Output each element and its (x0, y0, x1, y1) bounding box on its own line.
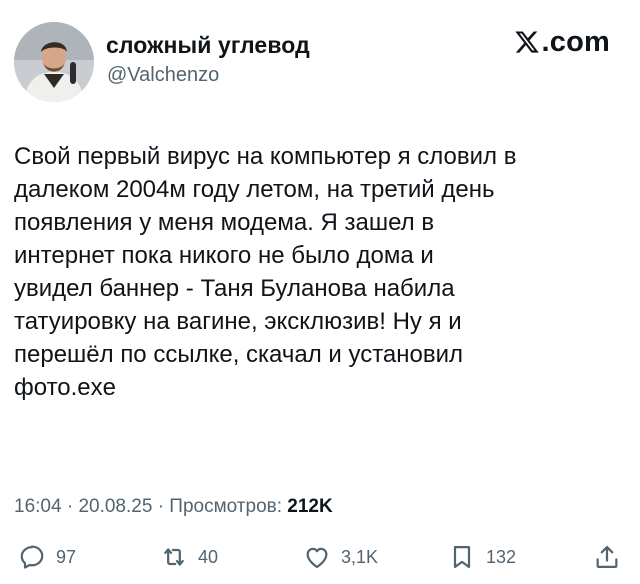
tweet-date[interactable]: 20.08.25 (78, 496, 152, 517)
x-logo: .com (514, 24, 611, 60)
meta-separator: · (66, 496, 74, 517)
author-display-name[interactable]: сложный углевод (106, 32, 310, 59)
bookmark-button[interactable]: 132 (448, 540, 516, 574)
bookmark-count: 132 (486, 546, 517, 567)
avatar[interactable] (14, 22, 94, 102)
author-handle[interactable]: @Valchenzo (107, 64, 219, 87)
retweet-count: 40 (198, 546, 219, 567)
share-button[interactable] (593, 540, 621, 574)
bookmark-icon (453, 545, 471, 569)
reply-button[interactable]: 97 (18, 540, 76, 574)
tweet-meta: 16:04 · 20.08.25 · Просмотров: 212K (14, 496, 333, 518)
share-icon (596, 545, 618, 569)
views-count: 212K (287, 496, 333, 517)
avatar-photo (14, 22, 94, 102)
like-button[interactable]: 3,1K (303, 540, 378, 574)
action-bar: 97 40 3,1K 132 (0, 540, 640, 574)
tweet-text: Свой первый вирус на компьютер я словил … (14, 143, 517, 401)
reply-icon (20, 545, 44, 569)
heart-icon (306, 547, 328, 569)
retweet-icon (164, 548, 184, 566)
tweet-card: сложный углевод @Valchenzo .com Свой пер… (0, 0, 640, 584)
views-label: Просмотров: (169, 496, 283, 517)
x-logo-text: .com (541, 25, 610, 58)
tweet-time[interactable]: 16:04 (14, 496, 62, 517)
meta-separator: · (157, 496, 165, 517)
retweet-button[interactable]: 40 (160, 540, 218, 574)
x-logo-icon (514, 31, 539, 53)
reply-count: 97 (56, 546, 77, 567)
like-count: 3,1K (341, 546, 379, 567)
